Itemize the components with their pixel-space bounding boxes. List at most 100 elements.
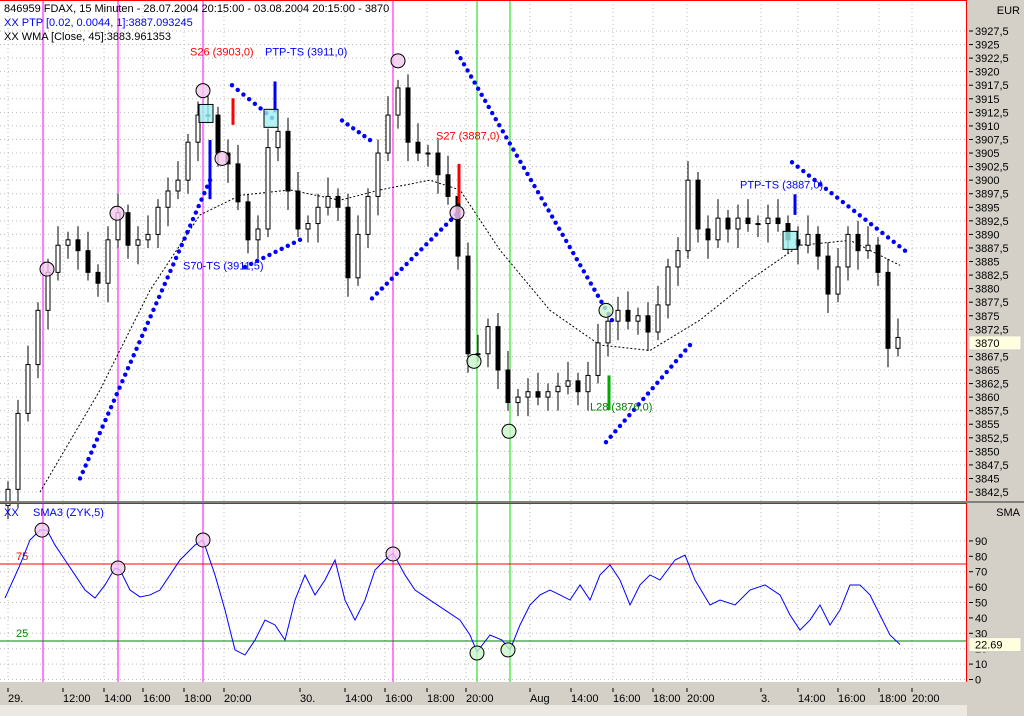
ptp-dot (182, 236, 187, 241)
candle-body (55, 244, 61, 273)
ptp-dot (159, 288, 165, 293)
ptp-dot (687, 342, 693, 348)
price-tick-label: 3850 (975, 446, 999, 458)
indicator-prefix: XX (4, 507, 19, 519)
candle-body (615, 309, 621, 322)
candle-body (465, 255, 471, 355)
time-tick-label: 16:00 (613, 693, 641, 705)
sma-high-circle (34, 522, 50, 538)
ptp-dot (465, 68, 470, 73)
ptp-dot (511, 147, 516, 152)
time-tick-label: 3. (761, 693, 770, 705)
ptp-dot (229, 83, 235, 88)
ptp-dot (574, 257, 579, 262)
candle-body (155, 206, 161, 235)
high-circle (195, 83, 211, 99)
ptp-dot (193, 210, 199, 215)
candle-body (315, 206, 321, 225)
chart-canvas[interactable]: 75 25 S26 (3903,0) PTP-TS (3911,0) S27 (388… (0, 0, 1024, 716)
candle-body (355, 233, 361, 279)
ptp-dot (475, 86, 481, 91)
time-tick-label: 14:00 (104, 693, 132, 705)
ptp-dot (367, 137, 373, 143)
ptp-dot (185, 229, 190, 235)
wma-legend: XX WMA [Close, 45]:3883.961353 (4, 31, 171, 43)
ptp-dot (108, 404, 114, 410)
ptp-dot (399, 266, 404, 272)
price-tick-label: 3875 (975, 311, 999, 323)
candle-body (895, 336, 901, 349)
price-pane[interactable] (0, 0, 967, 502)
time-tick-label: 20:00 (912, 693, 940, 705)
ptp-dot (419, 247, 424, 252)
candle-body (525, 391, 531, 398)
ptp-dot (806, 173, 812, 178)
sma-high-circle (110, 560, 126, 576)
ptp-dot (100, 424, 105, 429)
time-tick-label: 20:00 (224, 693, 252, 705)
price-tick-label: 3847,5 (975, 460, 1009, 472)
ptp-dot (404, 261, 409, 267)
ptp-dot (89, 450, 94, 455)
ptp-dot (454, 49, 460, 55)
ptp-dot (609, 317, 615, 323)
time-tick-label: 18:00 (879, 693, 907, 705)
ptp-dot (874, 226, 879, 231)
candle-body (125, 212, 131, 246)
candle-body (165, 190, 171, 208)
ptp-dot (241, 92, 246, 97)
ptp-dot (482, 98, 488, 104)
candle-body (135, 239, 141, 246)
candle-body (295, 190, 301, 230)
ptp-dot (148, 314, 153, 319)
candle-body (425, 152, 431, 155)
ptp-dot (202, 190, 207, 196)
ptp-dot (145, 320, 151, 326)
ptp-dot (581, 269, 587, 274)
ptp-dot (592, 287, 597, 292)
signal-square (263, 108, 279, 128)
candle-body (845, 233, 851, 268)
candle-body (275, 130, 281, 149)
signal-label: L28 (3876,0) (590, 402, 652, 414)
current-value-label: 22.69 (975, 640, 1003, 652)
ptp-dot (603, 439, 609, 445)
candle-body (395, 87, 401, 116)
signal-bar (231, 98, 235, 125)
ptp-dot (374, 291, 380, 296)
candle-body (145, 233, 151, 241)
signal-bar (208, 140, 212, 200)
indicator-tick-label: 70 (975, 567, 987, 579)
ptp-dot (111, 398, 117, 403)
ptp-dot (479, 92, 484, 97)
candle-body (835, 266, 841, 295)
low-circle (501, 423, 517, 439)
ptp-dot (571, 250, 576, 256)
ptp-dot (83, 463, 88, 468)
candle-body (35, 309, 41, 366)
candle-body (565, 380, 571, 387)
ptp-dot (424, 242, 429, 247)
time-tick-label: 29. (8, 693, 23, 705)
candle-body (585, 374, 591, 393)
price-tick-label: 3890 (975, 229, 999, 241)
ptp-dot (835, 195, 840, 200)
price-tick-label: 3892,5 (975, 216, 1009, 228)
sma-low-circle (469, 645, 485, 661)
candle-body (415, 141, 421, 154)
horizontal-scrollbar[interactable] (0, 705, 967, 716)
candle-body (635, 315, 641, 322)
candle-body (875, 244, 881, 273)
ptp-dot (891, 239, 896, 245)
ptp-dot (514, 153, 520, 158)
ptp-dot (176, 249, 182, 254)
time-tick-label: 14:00 (571, 693, 599, 705)
ptp-dot (409, 256, 414, 262)
signal-label: PTP-TS (3911,0) (265, 46, 347, 58)
high-circle (449, 205, 465, 221)
indicator-axis-unit: SMA (996, 507, 1021, 519)
ptp-dot (285, 243, 290, 249)
ptp-dot (486, 104, 491, 110)
candle-body (505, 369, 511, 404)
ptp-dot (863, 217, 868, 222)
